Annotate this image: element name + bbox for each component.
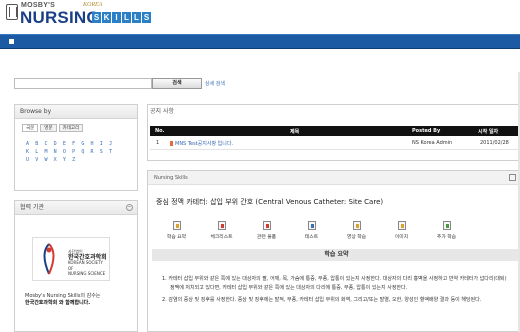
- logo-book-icon: [6, 4, 18, 20]
- row-subject[interactable]: MNS Test공지사항 입니다.: [170, 140, 233, 147]
- subtab-checklist[interactable]: 체크리스트: [199, 221, 244, 245]
- notice-panel: 공지 사항 No. 제목 Posted By 시작 일자 1 MNS Test공…: [147, 104, 520, 161]
- row-no: 1: [156, 140, 160, 146]
- subtab-images[interactable]: 이미지: [379, 221, 424, 245]
- logo-skills: S K I L L S: [92, 12, 151, 23]
- list-item: 2. 감염의 증상 및 징후를 사정한다. 증상 및 징후에는 발적, 부종, …: [162, 297, 482, 303]
- partner-logo-line: NURSING SCIENCE: [68, 271, 106, 276]
- column-header-no: No.: [155, 128, 165, 134]
- partner-caption-line: Mosby's Nursing Skills의 감수는: [25, 293, 101, 299]
- logo-nursing: NURSING: [20, 8, 100, 27]
- search-button[interactable]: 검색: [152, 78, 202, 89]
- print-icon[interactable]: [509, 174, 516, 181]
- browse-tabs: 국문 영문 카테고리: [15, 119, 137, 132]
- subtab-label: 추가 학습: [436, 235, 457, 240]
- document-icon: [170, 141, 173, 146]
- subtab-summary[interactable]: 학습 요약: [154, 221, 199, 245]
- summary-list: 1. 카테터 삽입 부위와 같은 쪽에 있는 대상자의 팔, 어깨, 목, 가슴…: [162, 275, 512, 309]
- subtab-label: 영상 학습: [346, 235, 367, 240]
- notice-link[interactable]: MNS Test공지사항 입니다.: [175, 141, 233, 147]
- tab-category[interactable]: 카테고리: [58, 124, 84, 132]
- alphabet-row[interactable]: K L M N O P Q R S T: [26, 148, 137, 156]
- row-date: 2011/02/28: [480, 140, 509, 146]
- subtab-supplies[interactable]: 관련 물품: [244, 221, 289, 245]
- subtab-video[interactable]: 영상 학습: [334, 221, 379, 245]
- extra-study-icon: [442, 221, 451, 230]
- row-posted-by: NS Korea Admin: [412, 140, 453, 146]
- video-icon: [352, 221, 361, 230]
- partners-panel-title: 협력 기관 −: [15, 201, 137, 215]
- test-icon: [307, 221, 316, 230]
- supplies-icon: [262, 221, 271, 230]
- alphabet-index[interactable]: A B C D E F G H I J K L M N O P Q R S T …: [15, 132, 137, 164]
- search-bar: 검색 상세 검색: [0, 72, 520, 94]
- checklist-icon: [217, 221, 226, 230]
- image-icon: [397, 221, 406, 230]
- logo-skills-letter: K: [102, 12, 111, 23]
- partners-title: 협력 기관: [20, 204, 44, 211]
- table-row[interactable]: 1 MNS Test공지사항 입니다. NS Korea Admin 2011/…: [150, 136, 519, 150]
- search-input[interactable]: [14, 78, 152, 89]
- notice-table: No. 제목 Posted By 시작 일자 1 MNS Test공지사항 입니…: [150, 126, 519, 150]
- table-header-row: No. 제목 Posted By 시작 일자: [150, 126, 519, 136]
- alphabet-row[interactable]: U V W X Y Z: [26, 156, 137, 164]
- nursing-skills-panel: Nursing Skills 중심 정맥 카테터: 삽입 부위 간호 (Cent…: [147, 170, 520, 332]
- tab-korean[interactable]: 국문: [22, 124, 39, 132]
- home-icon[interactable]: [9, 39, 14, 44]
- list-item: 1. 카테터 삽입 부위와 같은 쪽에 있는 대상자의 팔, 어깨, 목, 가슴…: [162, 276, 507, 291]
- skills-section-header: Nursing Skills: [148, 171, 520, 185]
- skills-section-label: Nursing Skills: [154, 175, 188, 181]
- subtab-test[interactable]: 테스트: [289, 221, 334, 245]
- logo-skills-letter: S: [92, 12, 101, 23]
- subtab-extra-study[interactable]: 추가 학습: [424, 221, 469, 245]
- subtab-label: 학습 요약: [166, 235, 187, 240]
- section-title-bar: 학습 요약: [152, 249, 520, 261]
- society-emblem-icon: [43, 243, 55, 275]
- tab-english[interactable]: 영문: [40, 124, 57, 132]
- logo-skills-letter: S: [142, 12, 151, 23]
- top-navigation-bar: [0, 34, 520, 49]
- column-header-subject: 제목: [290, 129, 300, 135]
- notice-panel-title: 공지 사항: [148, 105, 519, 119]
- logo-skills-letter: I: [112, 12, 121, 23]
- alphabet-row[interactable]: A B C D E F G H I J: [26, 140, 137, 148]
- column-header-date: 시작 일자: [478, 129, 499, 135]
- column-header-posted-by: Posted By: [412, 128, 441, 134]
- subtab-label: 관련 물품: [256, 235, 277, 240]
- summary-icon: [172, 221, 181, 230]
- logo-skills-letter: L: [132, 12, 141, 23]
- subtab-label: 이미지: [394, 235, 409, 240]
- partner-caption: Mosby's Nursing Skills의 감수는 한국간호과학회 와 함께…: [25, 293, 135, 307]
- browse-panel: Browse by 국문 영문 카테고리 A B C D E F G H I J…: [14, 104, 138, 191]
- partner-logo-line: KOREAN SOCIETY OF: [68, 260, 103, 271]
- browse-panel-title: Browse by: [15, 105, 137, 119]
- partner-logo[interactable]: 사단법인 한국간호과학회 KOREAN SOCIETY OF NURSING S…: [32, 237, 110, 281]
- skill-subtabs: 학습 요약 체크리스트 관련 물품 테스트 영상 학습 이미지 추가 학습: [154, 221, 519, 245]
- detail-search-link[interactable]: 상세 검색: [205, 80, 225, 87]
- partner-caption-line: 한국간호과학회 와 함께합니다.: [25, 300, 91, 306]
- logo-skills-letter: L: [122, 12, 131, 23]
- partners-panel: 협력 기관 − 사단법인 한국간호과학회 KOREAN SOCIETY OF N…: [14, 200, 138, 332]
- partner-logo-text: 사단법인 한국간호과학회 KOREAN SOCIETY OF NURSING S…: [68, 249, 109, 277]
- subtab-label: 체크리스트: [210, 235, 233, 240]
- collapse-icon[interactable]: −: [126, 204, 133, 211]
- site-header: MOSBY'S KOREA NURSING S K I L L S: [0, 0, 520, 33]
- topic-title: 중심 정맥 카테터: 삽입 부위 간호 (Central Venous Cath…: [156, 198, 384, 206]
- subtab-label: 테스트: [304, 235, 319, 240]
